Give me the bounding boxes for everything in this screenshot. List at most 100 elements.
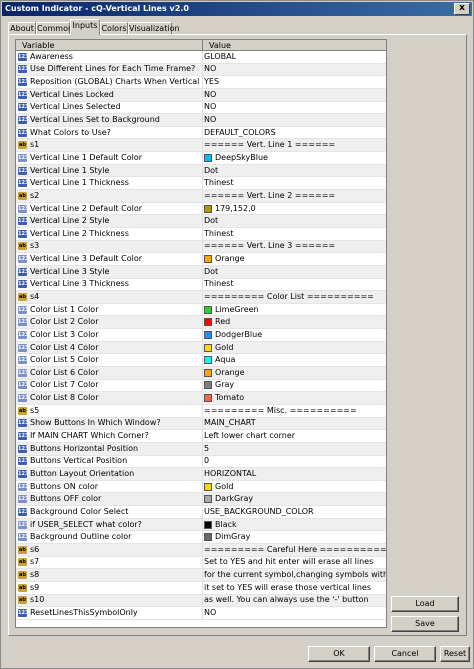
table-row[interactable]: 123 Vertical Lines Set to Background NO [16,114,386,127]
value-cell[interactable]: ========= Color List ========== [203,291,386,303]
table-row[interactable]: 123 Use Different Lines for Each Time Fra… [16,63,386,77]
value-cell[interactable]: Thinest [203,279,386,291]
table-row[interactable]: 123 Vertical Line 3 Style Dot [16,265,386,279]
table-row[interactable]: ab s6 ========= Careful Here ========== [16,543,386,557]
table-row[interactable]: 123 Vertical Line 2 Default Color 179,152,… [16,202,386,216]
ok-button[interactable]: OK [308,646,370,662]
value-cell[interactable]: DEFAULT_COLORS [203,127,386,139]
value-cell[interactable]: ========= Misc. ========== [203,405,386,417]
table-row[interactable]: 123 Vertical Line 3 Thickness Thinest [16,278,386,292]
value-cell[interactable]: Red [203,316,386,328]
value-cell[interactable]: Left lower chart corner [203,430,386,442]
value-cell[interactable]: ====== Vert. Line 3 ====== [203,241,386,253]
value-cell[interactable]: GLOBAL [203,51,386,63]
value-cell[interactable]: NO [203,102,386,114]
save-button[interactable]: Save [391,616,459,632]
value-cell[interactable]: Orange [203,253,386,265]
value-cell[interactable]: DodgerBlue [203,329,386,341]
table-row[interactable]: 123 Background Outline color DimGray [16,531,386,544]
table-row[interactable]: ab s1 ====== Vert. Line 1 ====== [16,139,386,153]
table-row[interactable]: 123 if USER_SELECT what color? Black [16,518,386,532]
value-cell[interactable]: Dot [203,165,386,177]
variable-column-header[interactable]: Variable [16,40,203,50]
table-row[interactable]: 123 Color List 1 Color LimeGreen [16,303,386,317]
value-cell[interactable]: Gray [203,380,386,392]
value-cell[interactable]: DarkGray [203,493,386,505]
table-row[interactable]: 123 Color List 2 Color Red [16,316,386,330]
table-row[interactable]: 123 Awareness GLOBAL [16,51,386,64]
value-cell[interactable]: Aqua [203,354,386,366]
table-row[interactable]: ab s2 ====== Vert. Line 2 ====== [16,190,386,203]
table-row[interactable]: ab s3 ====== Vert. Line 3 ====== [16,240,386,254]
close-icon[interactable]: x [454,3,470,15]
table-row[interactable]: 123 Color List 6 Color Orange [16,367,386,380]
table-row[interactable]: ab s10 as well. You can always use the '-'… [16,594,386,608]
value-cell[interactable]: 0 [203,456,386,468]
value-cell[interactable]: NO [203,114,386,126]
value-cell[interactable]: ====== Vert. Line 2 ====== [203,190,386,202]
reset-button[interactable]: Reset [440,646,470,662]
table-row[interactable]: ab s7 Set to YES and hit enter will erase … [16,556,386,570]
value-cell[interactable]: Orange [203,367,386,379]
value-cell[interactable]: MAIN_CHART [203,418,386,430]
value-cell[interactable]: NO [203,607,386,619]
table-row[interactable]: 123 Color List 8 Color Tomato [16,392,386,405]
value-cell[interactable]: YES [203,76,386,88]
value-cell[interactable]: Dot [203,215,386,227]
table-row[interactable]: 123 What Colors to Use? DEFAULT_COLORS [16,126,386,140]
value-cell[interactable]: as well. You can always use the '-' butt… [203,595,386,607]
value-cell[interactable]: USE_BACKGROUND_COLOR [203,506,386,518]
value-cell[interactable]: DeepSkyBlue [203,152,386,164]
value-cell[interactable]: Gold [203,481,386,493]
value-cell[interactable]: NO [203,64,386,76]
value-cell[interactable]: 179,152,0 [203,203,386,215]
value-cell[interactable]: Set to YES and hit enter will erase all … [203,557,386,569]
table-row[interactable]: 123 Buttons Horizontal Position 5 [16,442,386,456]
table-row[interactable]: 123 Show Buttons In Which Window? MAIN_CHA… [16,417,386,431]
value-cell[interactable]: LimeGreen [203,304,386,316]
value-cell[interactable]: DimGray [203,531,386,543]
value-cell[interactable]: Thinest [203,228,386,240]
table-row[interactable]: 123 Vertical Line 1 Default Color DeepSkyB… [16,152,386,165]
value-cell[interactable]: NO [203,89,386,101]
table-row[interactable]: 123 Buttons OFF color DarkGray [16,493,386,507]
table-row[interactable]: 123 Vertical Lines Selected NO [16,101,386,115]
value-cell[interactable]: 5 [203,443,386,455]
table-row[interactable]: 123 ResetLinesThisSymbolOnly NO [16,607,386,620]
table-row[interactable]: 123 Vertical Line 2 Thickness Thinest [16,227,386,241]
value-cell[interactable]: Dot [203,266,386,278]
value-cell[interactable]: Tomato [203,392,386,404]
value-cell[interactable]: ====== Vert. Line 1 ====== [203,139,386,151]
color-type-icon: 123 [18,356,29,365]
table-row[interactable]: 123 Color List 5 Color Aqua [16,354,386,368]
table-row[interactable]: 123 Background Color Select USE_BACKGROUND… [16,506,386,519]
load-button[interactable]: Load [391,596,459,612]
table-row[interactable]: 123 Vertical Lines Locked NO [16,88,386,102]
tab-inputs[interactable]: Inputs [70,19,100,35]
table-row[interactable]: 123 Vertical Line 2 Style Dot [16,215,386,228]
table-row[interactable]: 123 Vertical Line 1 Style Dot [16,164,386,178]
value-cell[interactable]: Black [203,519,386,531]
table-row[interactable]: ab s9 it set to YES will erase those verti… [16,581,386,595]
table-row[interactable]: 123 Reposition (GLOBAL) Charts When Verti… [16,76,386,89]
table-row[interactable]: 123 Button Layout Orientation HORIZONTAL [16,468,386,481]
table-row[interactable]: ab s5 ========= Misc. ========== [16,404,386,418]
table-row[interactable]: 123 Color List 7 Color Gray [16,379,386,393]
value-cell[interactable]: ========= Careful Here ========== [203,544,386,556]
table-row[interactable]: 123 Buttons Vertical Position 0 [16,455,386,469]
table-row[interactable]: 123 If MAIN CHART Which Corner? Left lower… [16,430,386,443]
value-column-header[interactable]: Value [203,40,386,50]
table-row[interactable]: 123 Vertical Line 3 Default Color Orange [16,253,386,266]
cancel-button[interactable]: Cancel [374,646,436,662]
table-row[interactable]: 123 Color List 4 Color Gold [16,341,386,355]
table-row[interactable]: ab s4 ========= Color List ========== [16,291,386,304]
value-cell[interactable]: it set to YES will erase those vertical … [203,582,386,594]
value-cell[interactable]: Thinest [203,177,386,189]
table-row[interactable]: 123 Vertical Line 1 Thickness Thinest [16,177,386,191]
table-row[interactable]: 123 Color List 3 Color DodgerBlue [16,329,386,342]
value-cell[interactable]: Gold [203,342,386,354]
table-row[interactable]: ab s8 for the current symbol,changing symb… [16,569,386,582]
value-cell[interactable]: for the current symbol,changing symbols … [203,569,386,581]
table-row[interactable]: 123 Buttons ON color Gold [16,480,386,494]
value-cell[interactable]: HORIZONTAL [203,468,386,480]
